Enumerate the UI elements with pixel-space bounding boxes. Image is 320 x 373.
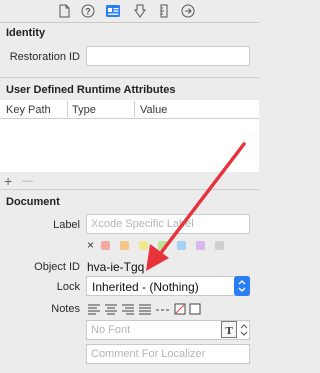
annotation-arrow-icon — [146, 142, 246, 271]
